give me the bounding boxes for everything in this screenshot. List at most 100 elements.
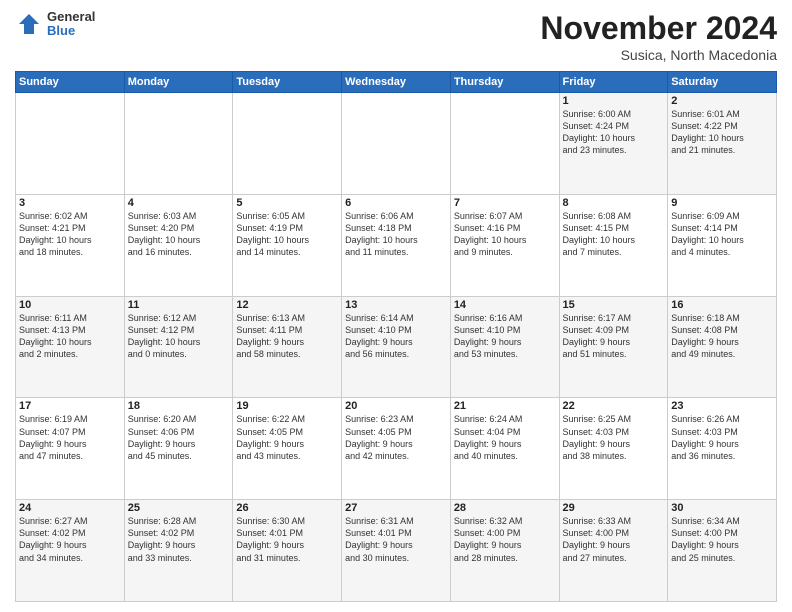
calendar-table: SundayMondayTuesdayWednesdayThursdayFrid… <box>15 71 777 602</box>
logo-text: General Blue <box>47 10 95 39</box>
day-info: Sunrise: 6:19 AM Sunset: 4:07 PM Dayligh… <box>19 413 121 462</box>
calendar-cell <box>450 93 559 195</box>
weekday-header: Friday <box>559 72 668 93</box>
day-number: 29 <box>563 502 665 514</box>
calendar-cell <box>124 93 233 195</box>
day-number: 27 <box>345 502 447 514</box>
day-info: Sunrise: 6:16 AM Sunset: 4:10 PM Dayligh… <box>454 312 556 361</box>
day-info: Sunrise: 6:31 AM Sunset: 4:01 PM Dayligh… <box>345 515 447 564</box>
calendar-cell: 3Sunrise: 6:02 AM Sunset: 4:21 PM Daylig… <box>16 194 125 296</box>
day-number: 5 <box>236 197 338 209</box>
weekday-header: Monday <box>124 72 233 93</box>
logo-icon <box>15 10 43 38</box>
calendar-cell <box>233 93 342 195</box>
day-info: Sunrise: 6:23 AM Sunset: 4:05 PM Dayligh… <box>345 413 447 462</box>
day-number: 12 <box>236 299 338 311</box>
day-number: 24 <box>19 502 121 514</box>
day-info: Sunrise: 6:09 AM Sunset: 4:14 PM Dayligh… <box>671 210 773 259</box>
day-number: 17 <box>19 400 121 412</box>
calendar-cell: 9Sunrise: 6:09 AM Sunset: 4:14 PM Daylig… <box>668 194 777 296</box>
calendar-cell: 25Sunrise: 6:28 AM Sunset: 4:02 PM Dayli… <box>124 500 233 602</box>
day-number: 26 <box>236 502 338 514</box>
calendar-cell: 4Sunrise: 6:03 AM Sunset: 4:20 PM Daylig… <box>124 194 233 296</box>
title-block: November 2024 Susica, North Macedonia <box>540 10 777 63</box>
calendar-cell: 2Sunrise: 6:01 AM Sunset: 4:22 PM Daylig… <box>668 93 777 195</box>
month-title: November 2024 <box>540 10 777 47</box>
page: General Blue November 2024 Susica, North… <box>0 0 792 612</box>
calendar-cell: 10Sunrise: 6:11 AM Sunset: 4:13 PM Dayli… <box>16 296 125 398</box>
day-number: 4 <box>128 197 230 209</box>
day-info: Sunrise: 6:02 AM Sunset: 4:21 PM Dayligh… <box>19 210 121 259</box>
calendar-cell <box>16 93 125 195</box>
day-number: 20 <box>345 400 447 412</box>
day-info: Sunrise: 6:34 AM Sunset: 4:00 PM Dayligh… <box>671 515 773 564</box>
day-number: 23 <box>671 400 773 412</box>
day-info: Sunrise: 6:07 AM Sunset: 4:16 PM Dayligh… <box>454 210 556 259</box>
calendar-cell: 17Sunrise: 6:19 AM Sunset: 4:07 PM Dayli… <box>16 398 125 500</box>
day-info: Sunrise: 6:08 AM Sunset: 4:15 PM Dayligh… <box>563 210 665 259</box>
calendar-week-row: 10Sunrise: 6:11 AM Sunset: 4:13 PM Dayli… <box>16 296 777 398</box>
calendar-cell: 8Sunrise: 6:08 AM Sunset: 4:15 PM Daylig… <box>559 194 668 296</box>
day-number: 11 <box>128 299 230 311</box>
day-number: 30 <box>671 502 773 514</box>
day-info: Sunrise: 6:13 AM Sunset: 4:11 PM Dayligh… <box>236 312 338 361</box>
calendar-cell: 12Sunrise: 6:13 AM Sunset: 4:11 PM Dayli… <box>233 296 342 398</box>
calendar-cell: 24Sunrise: 6:27 AM Sunset: 4:02 PM Dayli… <box>16 500 125 602</box>
weekday-header: Sunday <box>16 72 125 93</box>
day-number: 3 <box>19 197 121 209</box>
day-info: Sunrise: 6:03 AM Sunset: 4:20 PM Dayligh… <box>128 210 230 259</box>
day-info: Sunrise: 6:30 AM Sunset: 4:01 PM Dayligh… <box>236 515 338 564</box>
logo: General Blue <box>15 10 95 39</box>
day-number: 8 <box>563 197 665 209</box>
calendar-cell: 14Sunrise: 6:16 AM Sunset: 4:10 PM Dayli… <box>450 296 559 398</box>
calendar-cell: 20Sunrise: 6:23 AM Sunset: 4:05 PM Dayli… <box>342 398 451 500</box>
day-number: 2 <box>671 95 773 107</box>
calendar-cell: 26Sunrise: 6:30 AM Sunset: 4:01 PM Dayli… <box>233 500 342 602</box>
logo-blue: Blue <box>47 24 95 38</box>
calendar-cell: 13Sunrise: 6:14 AM Sunset: 4:10 PM Dayli… <box>342 296 451 398</box>
day-info: Sunrise: 6:17 AM Sunset: 4:09 PM Dayligh… <box>563 312 665 361</box>
weekday-header: Saturday <box>668 72 777 93</box>
calendar-week-row: 17Sunrise: 6:19 AM Sunset: 4:07 PM Dayli… <box>16 398 777 500</box>
calendar-cell: 21Sunrise: 6:24 AM Sunset: 4:04 PM Dayli… <box>450 398 559 500</box>
logo-general: General <box>47 10 95 24</box>
weekday-header: Thursday <box>450 72 559 93</box>
day-info: Sunrise: 6:28 AM Sunset: 4:02 PM Dayligh… <box>128 515 230 564</box>
weekday-header: Tuesday <box>233 72 342 93</box>
calendar-cell: 28Sunrise: 6:32 AM Sunset: 4:00 PM Dayli… <box>450 500 559 602</box>
calendar-week-row: 1Sunrise: 6:00 AM Sunset: 4:24 PM Daylig… <box>16 93 777 195</box>
day-number: 1 <box>563 95 665 107</box>
calendar-cell: 16Sunrise: 6:18 AM Sunset: 4:08 PM Dayli… <box>668 296 777 398</box>
day-info: Sunrise: 6:06 AM Sunset: 4:18 PM Dayligh… <box>345 210 447 259</box>
day-info: Sunrise: 6:32 AM Sunset: 4:00 PM Dayligh… <box>454 515 556 564</box>
calendar-week-row: 24Sunrise: 6:27 AM Sunset: 4:02 PM Dayli… <box>16 500 777 602</box>
calendar-cell: 29Sunrise: 6:33 AM Sunset: 4:00 PM Dayli… <box>559 500 668 602</box>
day-info: Sunrise: 6:12 AM Sunset: 4:12 PM Dayligh… <box>128 312 230 361</box>
day-info: Sunrise: 6:14 AM Sunset: 4:10 PM Dayligh… <box>345 312 447 361</box>
day-info: Sunrise: 6:27 AM Sunset: 4:02 PM Dayligh… <box>19 515 121 564</box>
day-info: Sunrise: 6:20 AM Sunset: 4:06 PM Dayligh… <box>128 413 230 462</box>
day-number: 15 <box>563 299 665 311</box>
day-info: Sunrise: 6:18 AM Sunset: 4:08 PM Dayligh… <box>671 312 773 361</box>
calendar-cell: 6Sunrise: 6:06 AM Sunset: 4:18 PM Daylig… <box>342 194 451 296</box>
day-number: 22 <box>563 400 665 412</box>
calendar-cell <box>342 93 451 195</box>
calendar-cell: 19Sunrise: 6:22 AM Sunset: 4:05 PM Dayli… <box>233 398 342 500</box>
day-number: 18 <box>128 400 230 412</box>
day-number: 21 <box>454 400 556 412</box>
calendar-cell: 18Sunrise: 6:20 AM Sunset: 4:06 PM Dayli… <box>124 398 233 500</box>
day-number: 13 <box>345 299 447 311</box>
day-number: 9 <box>671 197 773 209</box>
calendar-cell: 7Sunrise: 6:07 AM Sunset: 4:16 PM Daylig… <box>450 194 559 296</box>
header: General Blue November 2024 Susica, North… <box>15 10 777 63</box>
day-info: Sunrise: 6:00 AM Sunset: 4:24 PM Dayligh… <box>563 108 665 157</box>
calendar-cell: 23Sunrise: 6:26 AM Sunset: 4:03 PM Dayli… <box>668 398 777 500</box>
day-number: 19 <box>236 400 338 412</box>
day-info: Sunrise: 6:25 AM Sunset: 4:03 PM Dayligh… <box>563 413 665 462</box>
calendar-cell: 11Sunrise: 6:12 AM Sunset: 4:12 PM Dayli… <box>124 296 233 398</box>
location-title: Susica, North Macedonia <box>540 47 777 63</box>
calendar-cell: 30Sunrise: 6:34 AM Sunset: 4:00 PM Dayli… <box>668 500 777 602</box>
day-info: Sunrise: 6:22 AM Sunset: 4:05 PM Dayligh… <box>236 413 338 462</box>
calendar-cell: 1Sunrise: 6:00 AM Sunset: 4:24 PM Daylig… <box>559 93 668 195</box>
day-info: Sunrise: 6:26 AM Sunset: 4:03 PM Dayligh… <box>671 413 773 462</box>
